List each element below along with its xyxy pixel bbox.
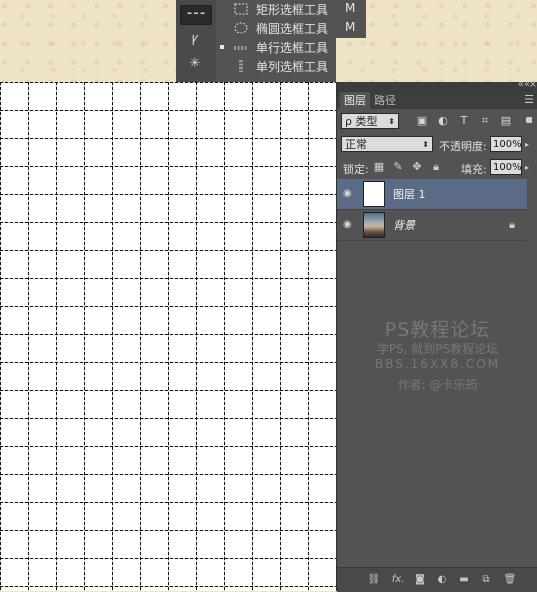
flyout-item-rect-marquee[interactable]: 矩形选框工具 M (216, 0, 355, 19)
link-layers-icon[interactable]: ⛓ (367, 573, 381, 587)
lock-image-pixels-icon[interactable]: ✎ (392, 161, 404, 173)
lock-position-icon[interactable]: ✥ (411, 161, 423, 173)
selected-bullet-icon (220, 45, 224, 49)
layer-name[interactable]: 背景 (393, 217, 415, 233)
adjustment-filter-icon[interactable]: ◐ (436, 114, 450, 128)
layers-bottom-toolbar: ⛓ fx. ◙ ◐ ▬ ⧉ 🗑︎ (337, 567, 537, 592)
visibility-eye-icon[interactable]: ◉ (343, 220, 355, 230)
opacity-input[interactable]: 100% (490, 136, 522, 152)
layer-row[interactable]: ◉ 背景 🔒︎ (337, 210, 527, 241)
visibility-eye-icon[interactable]: ◉ (343, 189, 355, 199)
layers-panel: «« × 图层 路径 ☰ ρ 类型 ⬍ ▣ ◐ T ⌗ ▤ 正常 ⬍ 不透明度:… (336, 79, 537, 592)
blend-mode-value: 正常 (345, 138, 367, 151)
layer-thumbnail (363, 181, 385, 207)
adjustment-layer-icon[interactable]: ◐ (435, 573, 449, 587)
selection-marquee (0, 82, 336, 591)
lock-label: 锁定: (343, 163, 369, 176)
new-layer-icon[interactable]: ⧉ (479, 573, 493, 587)
fill-slider-arrow-icon[interactable]: ▸ (525, 163, 529, 172)
flyout-item-ellipse-marquee[interactable]: 椭圆选框工具 M (216, 19, 355, 38)
single-row-marquee-icon (234, 46, 248, 50)
tab-layers[interactable]: 图层 (340, 92, 370, 109)
lock-row: 锁定: ▦ ✎ ✥ 🔒︎ 填充: 100% ▸ (337, 157, 537, 179)
filter-type-select[interactable]: ρ 类型 ⬍ (341, 113, 399, 129)
delete-layer-icon[interactable]: 🗑︎ (503, 573, 517, 587)
fill-label: 填充: (461, 163, 487, 176)
layer-row[interactable]: ◉ 图层 1 (337, 179, 527, 210)
watermark-title: PS教程论坛 (384, 319, 491, 341)
fx-icon[interactable]: fx. (391, 573, 405, 587)
rect-marquee-icon (234, 3, 248, 15)
add-mask-icon[interactable]: ◙ (413, 573, 427, 587)
layer-thumbnail (363, 212, 385, 238)
document-canvas[interactable] (0, 82, 336, 591)
ellipse-marquee-icon (234, 22, 248, 34)
marquee-tool-flyout: 矩形选框工具 M 椭圆选框工具 M 单行选框工具 单列选框工具 (216, 0, 355, 82)
shape-filter-icon[interactable]: ⌗ (478, 114, 492, 128)
lock-transparent-pixels-icon[interactable]: ▦ (373, 161, 385, 173)
single-column-marquee-icon (239, 60, 243, 72)
magic-wand-tool-icon[interactable]: ✳ (180, 55, 210, 73)
watermark-url: BBS.16XX8.COM (374, 357, 501, 371)
watermark-author: 作者: @卡乐筠 (397, 378, 478, 392)
blend-mode-select[interactable]: 正常 ⬍ (341, 136, 433, 152)
panel-tabs: 图层 路径 ☰ (337, 92, 537, 109)
filter-toggle-icon[interactable] (526, 117, 532, 123)
flyout-label: 单行选框工具 (256, 41, 329, 55)
opacity-slider-arrow-icon[interactable]: ▸ (525, 140, 529, 149)
lock-icon: 🔒︎ (509, 218, 515, 231)
layer-filter-row: ρ 类型 ⬍ ▣ ◐ T ⌗ ▤ (337, 109, 537, 133)
panel-title-bar: «« × (337, 79, 537, 92)
flyout-label: 矩形选框工具 (256, 3, 329, 17)
chevron-down-icon: ⬍ (422, 140, 429, 149)
type-filter-icon[interactable]: T (457, 114, 471, 128)
fill-input[interactable]: 100% (490, 159, 522, 175)
tab-paths[interactable]: 路径 (370, 92, 400, 109)
lock-all-icon[interactable]: 🔒︎ (430, 161, 442, 173)
flyout-item-single-row-marquee[interactable]: 单行选框工具 (216, 38, 336, 57)
flyout-label: 椭圆选框工具 (256, 22, 329, 36)
flyout-shortcut-column: M M (336, 0, 366, 38)
filter-type-value: ρ 类型 (345, 115, 378, 128)
pixel-filter-icon[interactable]: ▣ (415, 114, 429, 128)
flyout-item-single-column-marquee[interactable]: 单列选框工具 (216, 57, 336, 76)
layers-list: ◉ 图层 1 ◉ 背景 🔒︎ (337, 179, 537, 241)
close-icon[interactable]: × (529, 79, 537, 90)
opacity-label: 不透明度: (439, 140, 487, 153)
blend-row: 正常 ⬍ 不透明度: 100% ▸ (337, 133, 537, 157)
layer-name[interactable]: 图层 1 (393, 186, 426, 202)
single-row-marquee-tool-icon[interactable]: ⁃⁃⁃ (180, 5, 212, 25)
panel-menu-icon[interactable]: ☰ (524, 93, 534, 106)
flyout-label: 单列选框工具 (256, 60, 329, 74)
shortcut-key: M (345, 1, 356, 15)
smart-object-filter-icon[interactable]: ▤ (499, 114, 513, 128)
lasso-tool-icon[interactable]: ꝩ (180, 30, 210, 48)
tool-strip: ⁃⁃⁃ ꝩ ✳ (176, 0, 217, 82)
shortcut-key: M (345, 20, 356, 34)
watermark-subtitle: 学PS, 就到PS教程论坛 (376, 342, 499, 356)
chevron-down-icon: ⬍ (388, 117, 395, 126)
new-group-icon[interactable]: ▬ (457, 573, 471, 587)
